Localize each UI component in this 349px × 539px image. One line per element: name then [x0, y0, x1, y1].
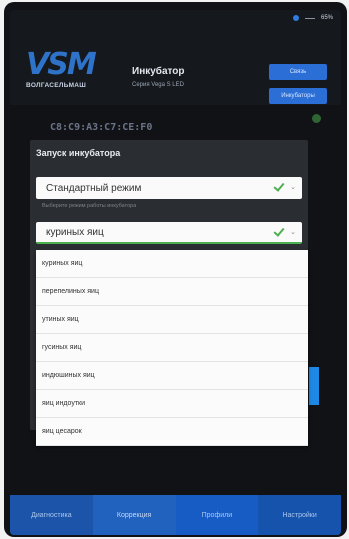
tab-profiles[interactable]: Профили [175, 495, 259, 535]
bluetooth-icon [292, 15, 299, 21]
mode-select-value: Стандартный режим [46, 182, 142, 194]
tab-settings[interactable]: Настройки [258, 495, 341, 535]
battery-level: 65% [320, 15, 333, 21]
dropdown-option[interactable]: куриных яиц [36, 250, 308, 278]
dialog-title: Запуск инкубатора [36, 148, 121, 158]
background-button [309, 367, 319, 405]
header: VSM ВОЛГАСЕЛЬМАШ Инкубатор Серия Vega S … [10, 26, 341, 106]
status-bar: 65% [292, 10, 333, 26]
dropdown-option[interactable]: индюшиных яиц [36, 362, 308, 390]
tab-correction[interactable]: Коррекция [92, 495, 176, 535]
mode-hint: Выберите режим работы инкубатора [42, 203, 137, 209]
mode-select[interactable]: Стандартный режим ⌄ [36, 177, 302, 199]
dropdown-option[interactable]: утиных яиц [36, 306, 308, 334]
device-series: Серия Vega S LED [132, 82, 184, 88]
egg-type-dropdown: куриных яиц перепелиных яиц утиных яиц г… [36, 250, 308, 446]
tablet-frame: 65% VSM ВОЛГАСЕЛЬМАШ Инкубатор Серия Veg… [4, 2, 347, 537]
check-icon [274, 226, 284, 234]
dropdown-option[interactable]: перепелиных яиц [36, 278, 308, 306]
egg-type-select[interactable]: куриных яиц ⌄ [36, 222, 302, 244]
dropdown-option[interactable]: яиц цесарок [36, 418, 308, 446]
connect-button[interactable]: Связь [269, 64, 327, 80]
chevron-down-icon[interactable]: ⌄ [290, 183, 296, 191]
logo-mark: VSM [26, 47, 97, 82]
tab-diagnostics[interactable]: Диагностика [10, 495, 93, 535]
dropdown-option[interactable]: яиц индоутки [36, 390, 308, 418]
dropdown-option[interactable]: гусиных яиц [36, 334, 308, 362]
signal-icon [304, 17, 315, 19]
chevron-down-icon[interactable]: ⌄ [290, 228, 296, 236]
incubators-button[interactable]: Инкубаторы [269, 88, 327, 104]
brand-logo: VSM ВОЛГАСЕЛЬМАШ [26, 50, 116, 94]
device-name: Инкубатор [132, 66, 185, 77]
check-icon [274, 181, 284, 189]
app-screen: 65% VSM ВОЛГАСЕЛЬМАШ Инкубатор Серия Veg… [10, 10, 341, 535]
logo-subtitle: ВОЛГАСЕЛЬМАШ [26, 82, 87, 89]
bottom-navigation: Диагностика Коррекция Профили Настройки [10, 495, 341, 535]
egg-select-value: куриных яиц [46, 226, 104, 238]
